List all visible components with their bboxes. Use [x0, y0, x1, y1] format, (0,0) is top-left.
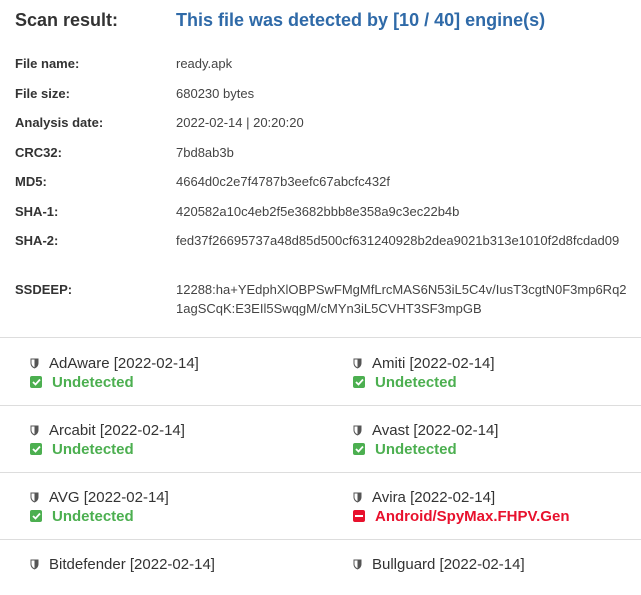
file-size-label: File size:: [15, 86, 70, 101]
crc32-value: 7bd8ab3b: [176, 145, 234, 160]
engine-name: AdAware [2022-02-14]: [49, 354, 199, 372]
engine-status: Undetected: [375, 440, 457, 458]
shield-icon: [30, 492, 39, 502]
engine-status: Android/SpyMax.FHPV.Gen: [375, 507, 570, 525]
sha1-value: 420582a10c4eb2f5e3682bbb8e358a9c3ec22b4b: [176, 204, 460, 219]
shield-icon: [353, 559, 362, 569]
sha1-label: SHA-1:: [15, 204, 59, 219]
check-icon: [30, 510, 42, 522]
engine-name: Amiti [2022-02-14]: [372, 354, 495, 372]
engine-name: AVG [2022-02-14]: [49, 488, 169, 506]
engine-status: Undetected: [375, 373, 457, 391]
engine-arcabit: Arcabit [2022-02-14] Undetected: [30, 421, 320, 461]
md5-value: 4664d0c2e7f4787b3eefc67abcfc432f: [176, 174, 390, 189]
divider: [0, 539, 641, 540]
engine-avg: AVG [2022-02-14] Undetected: [30, 488, 320, 528]
engine-adaware: AdAware [2022-02-14] Undetected: [30, 354, 320, 394]
check-icon: [30, 443, 42, 455]
shield-icon: [353, 492, 362, 502]
analysis-date-value: 2022-02-14 | 20:20:20: [176, 115, 304, 130]
divider: [0, 405, 641, 406]
engine-bitdefender: Bitdefender [2022-02-14]: [30, 555, 320, 595]
md5-label: MD5:: [15, 174, 47, 189]
engine-status: Undetected: [52, 440, 134, 458]
scan-result-header: Scan result: This file was detected by […: [15, 10, 635, 34]
shield-icon: [353, 358, 362, 368]
shield-icon: [30, 358, 39, 368]
engine-amiti: Amiti [2022-02-14] Undetected: [353, 354, 641, 394]
engine-status: Undetected: [52, 507, 134, 525]
check-icon: [353, 443, 365, 455]
engine-name: Arcabit [2022-02-14]: [49, 421, 185, 439]
check-icon: [30, 376, 42, 388]
analysis-date-label: Analysis date:: [15, 115, 104, 130]
shield-icon: [30, 559, 39, 569]
engine-name: Bullguard [2022-02-14]: [372, 555, 525, 573]
engine-name: Avast [2022-02-14]: [372, 421, 499, 439]
sha2-value: fed37f26695737a48d85d500cf631240928b2dea…: [176, 233, 620, 248]
check-icon: [353, 376, 365, 388]
scan-result-label: Scan result:: [15, 10, 119, 30]
ssdeep-label: SSDEEP:: [15, 282, 73, 297]
minus-icon: [353, 510, 365, 522]
sha2-label: SHA-2:: [15, 233, 59, 248]
file-size-value: 680230 bytes: [176, 86, 255, 101]
ssdeep-value: 12288:ha+YEdphXlOBPSwFMgMfLrcMAS6N53iL5C…: [176, 282, 627, 316]
scan-result-summary: This file was detected by [10 / 40] engi…: [176, 10, 546, 30]
engine-status: Undetected: [52, 373, 134, 391]
engine-avast: Avast [2022-02-14] Undetected: [353, 421, 641, 461]
shield-icon: [30, 425, 39, 435]
divider: [0, 337, 641, 338]
engine-avira: Avira [2022-02-14] Android/SpyMax.FHPV.G…: [353, 488, 641, 528]
divider: [0, 472, 641, 473]
crc32-label: CRC32:: [15, 145, 62, 160]
file-name-label: File name:: [15, 56, 80, 71]
engine-name: Bitdefender [2022-02-14]: [49, 555, 215, 573]
shield-icon: [353, 425, 362, 435]
engine-bullguard: Bullguard [2022-02-14]: [353, 555, 641, 595]
engine-name: Avira [2022-02-14]: [372, 488, 496, 506]
file-name-value: ready.apk: [176, 56, 233, 71]
